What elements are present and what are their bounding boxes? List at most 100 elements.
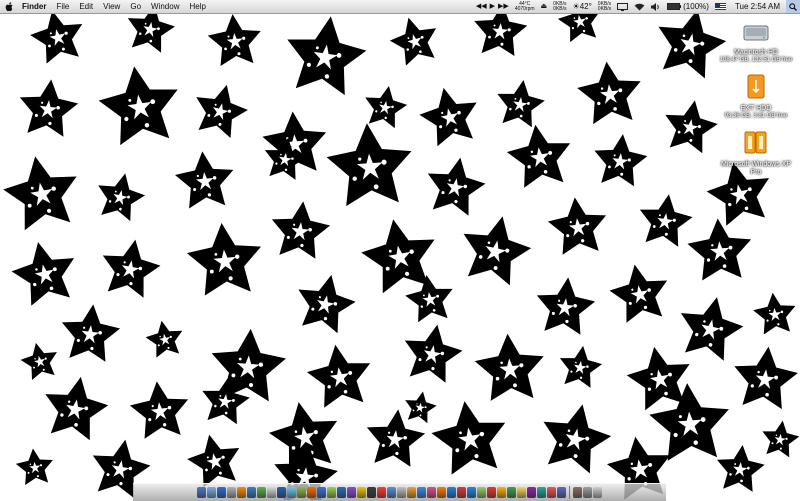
dock-app-icon[interactable]: [327, 487, 336, 498]
wallpaper-star: [188, 78, 253, 141]
dock-app-icon[interactable]: [427, 487, 436, 498]
dock-app-icon[interactable]: [317, 487, 326, 498]
wallpaper-star: [574, 58, 645, 126]
dock-app-icon[interactable]: [377, 487, 386, 498]
wallpaper-star: [556, 342, 605, 389]
dock-app-icon[interactable]: [387, 487, 396, 498]
wallpaper-star: [472, 331, 547, 402]
dock-app-icon[interactable]: [287, 487, 296, 498]
weather-widget[interactable]: ☀ 42°: [570, 0, 595, 13]
wallpaper-star: [94, 60, 185, 148]
battery-icon: [667, 3, 682, 10]
wallpaper-star: [360, 82, 410, 130]
dock-app-icon[interactable]: [407, 487, 416, 498]
dock-app-icon[interactable]: [437, 487, 446, 498]
desktop-icon-windows-xp[interactable]: Microsoft Windows XP Pro: [718, 130, 794, 177]
dock-app-icon[interactable]: [417, 487, 426, 498]
dock-app-icon[interactable]: [347, 487, 356, 498]
volume-icon[interactable]: [648, 2, 664, 11]
menu-finder[interactable]: Finder: [18, 0, 51, 13]
dock-app-icon[interactable]: [277, 487, 286, 498]
dock-app-icon[interactable]: [257, 487, 266, 498]
dock-app-icon[interactable]: [547, 487, 556, 498]
dock-app-icon[interactable]: [397, 487, 406, 498]
dock-app-icon[interactable]: [487, 487, 496, 498]
dock-app-icon[interactable]: [367, 487, 376, 498]
dock-app-icon[interactable]: [227, 487, 236, 498]
dock-app-icon[interactable]: [583, 487, 592, 498]
hard-drive-icon: [743, 25, 769, 41]
disk-monitor[interactable]: 0KB/s 0KB/s: [595, 1, 614, 12]
display-icon[interactable]: [614, 2, 631, 11]
menu-go[interactable]: Go: [125, 0, 146, 13]
external-drive-icon: [747, 74, 765, 99]
media-controls[interactable]: ◀◀ ▶ ▶▶: [473, 0, 512, 13]
menu-window[interactable]: Window: [146, 0, 184, 13]
battery-percent: (100%): [683, 2, 709, 11]
wallpaper-star: [58, 301, 123, 363]
us-flag-icon[interactable]: [712, 3, 729, 10]
wallpaper-star: [635, 190, 696, 249]
weather-icon: ☀: [572, 2, 580, 11]
eject-icon[interactable]: ⏏: [538, 0, 551, 13]
dock-app-icon[interactable]: [517, 487, 526, 498]
dock-app-icon[interactable]: [457, 487, 466, 498]
wallpaper-star: [759, 417, 800, 459]
wallpaper-star: [0, 149, 85, 233]
windows-partition-icon: [744, 131, 767, 154]
desktop-icon-ext-hdd[interactable]: EXT HDD 93.36 GB, 3.81 GB free: [718, 74, 794, 120]
wallpaper-star: [92, 168, 149, 223]
dock-app-icon[interactable]: [507, 487, 516, 498]
spotlight-search-icon[interactable]: [786, 0, 800, 13]
wallpaper-star: [533, 274, 598, 336]
dock-app-icon[interactable]: [527, 487, 536, 498]
dock-app-icon[interactable]: [267, 487, 276, 498]
fan-rpm: 4070rpm: [514, 5, 535, 12]
dock-app-icon[interactable]: [237, 487, 246, 498]
star-wallpaper: [0, 0, 800, 500]
dock-app-icon[interactable]: [207, 487, 216, 498]
dock-app-icon[interactable]: [297, 487, 306, 498]
dock-app-icon[interactable]: [217, 487, 226, 498]
dock-app-icon[interactable]: [247, 487, 256, 498]
wallpaper-star: [127, 378, 192, 440]
wallpaper-star: [659, 95, 722, 155]
wallpaper-star: [605, 259, 674, 325]
battery-status[interactable]: (100%): [664, 0, 712, 13]
wallpaper-star: [398, 319, 467, 385]
play-icon[interactable]: ▶: [490, 0, 495, 13]
wallpaper-star: [291, 268, 361, 336]
dock-app-icon[interactable]: [593, 487, 602, 498]
system-monitor[interactable]: 44°C 4070rpm: [512, 1, 538, 12]
network-monitor[interactable]: 0KB/s 0KB/s: [550, 1, 569, 12]
desktop-icon-macintosh-hd[interactable]: Macintosh HD 108.47 GB, 132.51 GB free: [718, 20, 794, 64]
dock-app-icon[interactable]: [537, 487, 546, 498]
dock-app-icon[interactable]: [477, 487, 486, 498]
wallpaper-star: [427, 395, 512, 477]
wallpaper-star: [421, 152, 490, 218]
wallpaper-star: [268, 198, 333, 260]
dock-app-icon[interactable]: [467, 487, 476, 498]
apple-menu-icon[interactable]: [0, 0, 18, 13]
dock-app-icon[interactable]: [497, 487, 506, 498]
dock-app-icon[interactable]: [557, 487, 566, 498]
dock-app-icon[interactable]: [197, 487, 206, 498]
dock-app-icon[interactable]: [573, 487, 582, 498]
menu-view[interactable]: View: [98, 0, 125, 13]
dock-app-icon[interactable]: [307, 487, 316, 498]
dock-app-icon[interactable]: [337, 487, 346, 498]
clock[interactable]: Tue 2:54 AM: [729, 0, 786, 13]
weather-temp: 42°: [579, 2, 592, 11]
wallpaper-star: [493, 76, 548, 129]
wallpaper-star: [414, 81, 484, 149]
forward-icon[interactable]: ▶▶: [498, 0, 509, 13]
menu-edit[interactable]: Edit: [74, 0, 98, 13]
dock-app-icon[interactable]: [357, 487, 366, 498]
wallpaper-star: [591, 131, 650, 188]
dock-app-icon[interactable]: [447, 487, 456, 498]
menu-file[interactable]: File: [51, 0, 74, 13]
menu-help[interactable]: Help: [184, 0, 210, 13]
wifi-icon[interactable]: [631, 3, 648, 11]
wallpaper-star: [730, 343, 800, 411]
rewind-icon[interactable]: ◀◀: [476, 0, 487, 13]
